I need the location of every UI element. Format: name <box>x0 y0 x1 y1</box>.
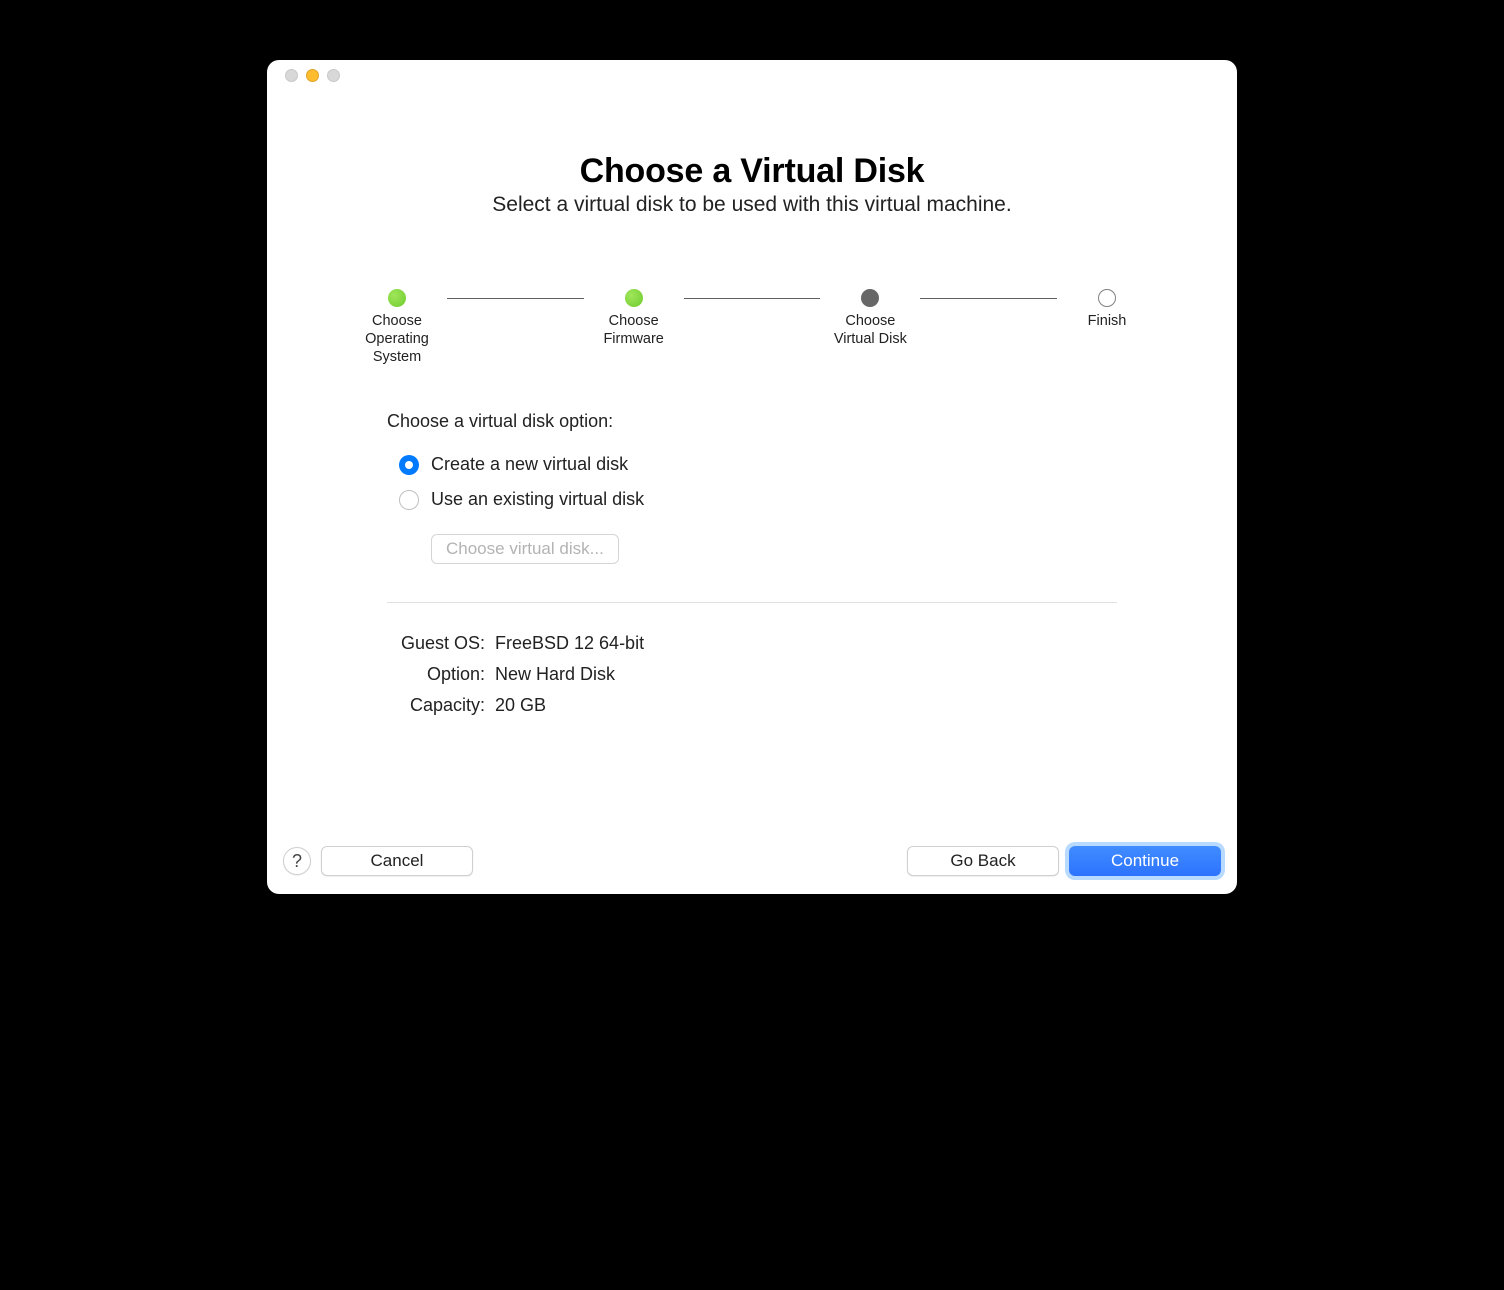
radio-selected-icon <box>399 455 419 475</box>
step-choose-disk: Choose Virtual Disk <box>820 289 920 348</box>
disk-option-radio-group: Create a new virtual disk Use an existin… <box>387 454 1117 564</box>
summary-capacity: Capacity: 20 GB <box>387 695 1117 716</box>
setup-stepper: Choose Operating System Choose Firmware … <box>267 289 1237 366</box>
summary-label: Option: <box>387 664 485 685</box>
footer: ? Cancel Go Back Continue <box>283 846 1221 876</box>
step-choose-os: Choose Operating System <box>347 289 447 366</box>
step-connector <box>920 298 1057 299</box>
summary-guest-os: Guest OS: FreeBSD 12 64-bit <box>387 633 1117 654</box>
choose-virtual-disk-button: Choose virtual disk... <box>431 534 619 564</box>
radio-label: Use an existing virtual disk <box>431 489 644 510</box>
summary-value: FreeBSD 12 64-bit <box>495 633 644 654</box>
section-label: Choose a virtual disk option: <box>387 411 1117 432</box>
content: Choose a virtual disk option: Create a n… <box>267 411 1237 564</box>
maximize-window-icon[interactable] <box>327 69 340 82</box>
summary-label: Guest OS: <box>387 633 485 654</box>
step-label: Choose Virtual Disk <box>820 312 920 348</box>
titlebar <box>267 60 1237 90</box>
divider <box>387 602 1117 603</box>
step-label: Choose Firmware <box>584 312 684 348</box>
step-dot-done-icon <box>388 289 406 307</box>
step-label: Choose Operating System <box>347 312 447 366</box>
radio-label: Create a new virtual disk <box>431 454 628 475</box>
step-dot-future-icon <box>1098 289 1116 307</box>
summary-option: Option: New Hard Disk <box>387 664 1117 685</box>
minimize-window-icon[interactable] <box>306 69 319 82</box>
step-dot-done-icon <box>625 289 643 307</box>
radio-unselected-icon <box>399 490 419 510</box>
help-button[interactable]: ? <box>283 847 311 875</box>
summary: Guest OS: FreeBSD 12 64-bit Option: New … <box>267 633 1237 726</box>
radio-create-new-disk[interactable]: Create a new virtual disk <box>399 454 1117 475</box>
step-finish: Finish <box>1057 289 1157 330</box>
go-back-button[interactable]: Go Back <box>907 846 1059 876</box>
radio-use-existing-disk[interactable]: Use an existing virtual disk <box>399 489 1117 510</box>
step-dot-current-icon <box>861 289 879 307</box>
cancel-button[interactable]: Cancel <box>321 846 473 876</box>
setup-window: Choose a Virtual Disk Select a virtual d… <box>267 60 1237 894</box>
step-connector <box>684 298 821 299</box>
continue-button[interactable]: Continue <box>1069 846 1221 876</box>
summary-label: Capacity: <box>387 695 485 716</box>
step-connector <box>447 298 584 299</box>
summary-value: New Hard Disk <box>495 664 615 685</box>
step-choose-firmware: Choose Firmware <box>584 289 684 348</box>
page-subtitle: Select a virtual disk to be used with th… <box>267 193 1237 217</box>
summary-value: 20 GB <box>495 695 546 716</box>
close-window-icon[interactable] <box>285 69 298 82</box>
page-title: Choose a Virtual Disk <box>267 152 1237 191</box>
header: Choose a Virtual Disk Select a virtual d… <box>267 152 1237 217</box>
step-label: Finish <box>1057 312 1157 330</box>
